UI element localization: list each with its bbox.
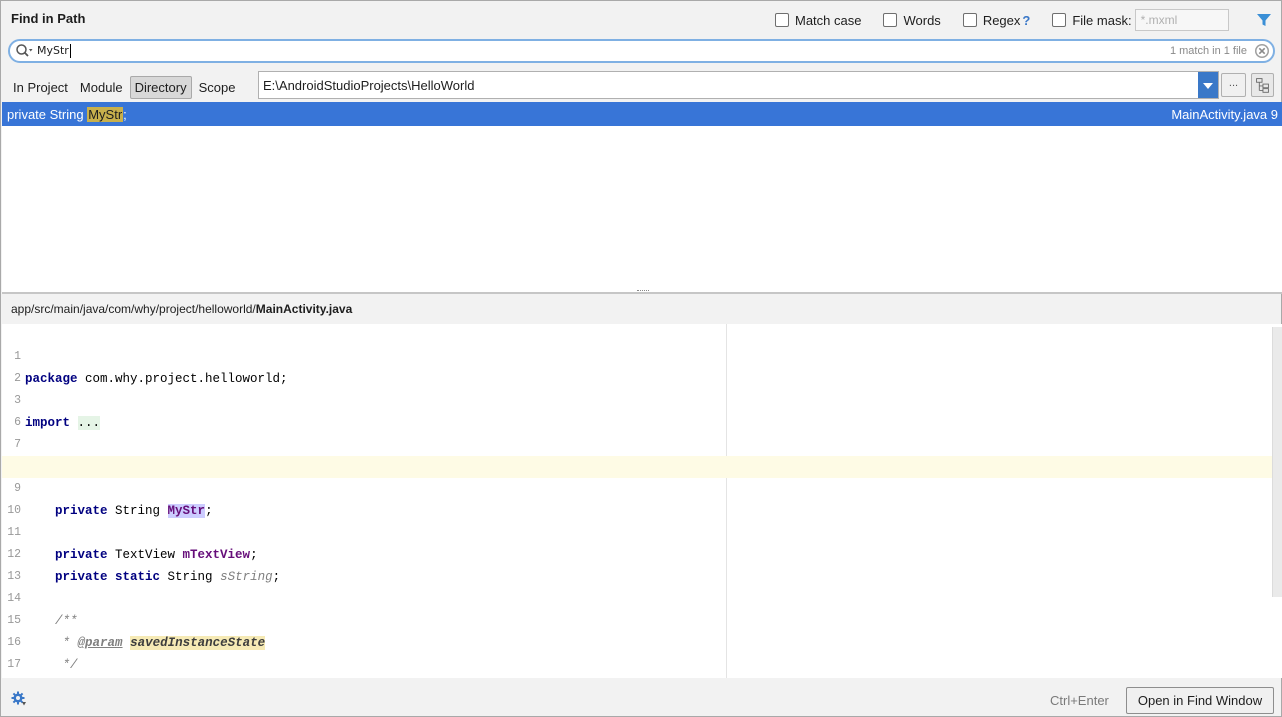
scope-tabs: In Project Module Directory Scope [8,75,242,99]
code-line: 7 public class MainActivity extends AppC… [14,438,423,474]
chevron-down-icon[interactable] [1198,72,1218,98]
search-input[interactable]: MyStr [37,44,71,58]
results-list: private String MyStr; MainActivity.java … [2,102,1282,292]
shortcut-hint: Ctrl+Enter [1050,693,1109,708]
directory-combobox[interactable]: E:\AndroidStudioProjects\HelloWorld [258,71,1219,99]
find-in-path-dialog: Find in Path Match case Words Regex ? Fi… [0,0,1282,717]
file-mask-label: File mask: [1072,12,1132,28]
regex-option[interactable]: Regex ? [962,12,1030,28]
recursive-subdirectories-icon[interactable] [1251,73,1274,97]
gear-icon[interactable] [11,691,27,707]
code-line: 12 private static String sString; [7,548,281,584]
code-preview[interactable]: 1 package com.why.project.helloworld; 2 … [2,324,1282,678]
code-line: 17 @Override [7,658,21,671]
code-line: 1 package com.why.project.helloworld; [14,350,288,386]
code-line: 14 /** [7,592,78,628]
scope-tab-in-project[interactable]: In Project [8,76,73,99]
result-file: MainActivity.java 9 [1171,107,1278,122]
result-text[interactable]: private String MyStr; [7,107,127,122]
regex-checkbox[interactable] [962,13,977,27]
code-line: 18 protected void onCreate(Bundle savedI… [2,654,1272,676]
match-case-option[interactable]: Match case [775,13,861,28]
scope-tab-directory[interactable]: Directory [129,75,192,99]
match-case-checkbox[interactable] [775,13,789,27]
match-count: 1 match in 1 file [1169,45,1247,57]
match-case-label: Match case [795,12,862,28]
code-line-current: 9 private String MyStr; [2,456,1272,518]
scope-tab-module[interactable]: Module [75,76,128,99]
preview-file-name: MainActivity.java [255,302,353,316]
file-mask-option[interactable]: File mask: *.mxml [1052,9,1229,31]
regex-help-link[interactable]: ? [1022,13,1030,28]
code-line: 2 [14,372,21,385]
preview-path: app/src/main/java/com/why/project/hellow… [11,302,353,316]
words-checkbox[interactable] [883,13,898,27]
regex-label: Regex [982,12,1021,28]
result-match-highlight: MyStr [87,107,124,122]
search-field[interactable]: MyStr 1 match in 1 file [8,39,1275,63]
file-mask-checkbox[interactable] [1052,13,1067,27]
search-options: Match case Words Regex ? File mask: *.mx… [775,9,1229,31]
code-line: 6 [14,416,21,429]
file-mask-field[interactable]: *.mxml [1134,9,1229,31]
clear-icon[interactable] [1254,43,1270,59]
directory-value[interactable]: E:\AndroidStudioProjects\HelloWorld [263,78,474,93]
scope-tab-scope[interactable]: Scope [194,76,241,99]
code-line: 3 import ... [14,394,101,430]
funnel-icon[interactable] [1256,12,1272,28]
result-row[interactable]: private String MyStr; MainActivity.java … [2,102,1282,126]
code-line: 11 private TextView mTextView; [7,526,258,562]
code-line: 10 [7,504,21,517]
dialog-title: Find in Path [11,11,86,26]
code-line: 15 * @param savedInstanceState [7,614,266,650]
words-label: Words [903,12,941,28]
code-line: 16 */ [7,636,78,672]
words-option[interactable]: Words [883,12,941,28]
search-icon[interactable] [15,43,33,59]
splitter-grip[interactable] [637,290,649,293]
code-line: 8 [2,434,1272,473]
code-line: 13 [7,570,21,583]
open-in-find-window-button[interactable]: Open in Find Window [1126,687,1274,714]
browse-directory-button[interactable]: ... [1221,73,1246,97]
preview-scrollbar[interactable] [1272,327,1282,597]
